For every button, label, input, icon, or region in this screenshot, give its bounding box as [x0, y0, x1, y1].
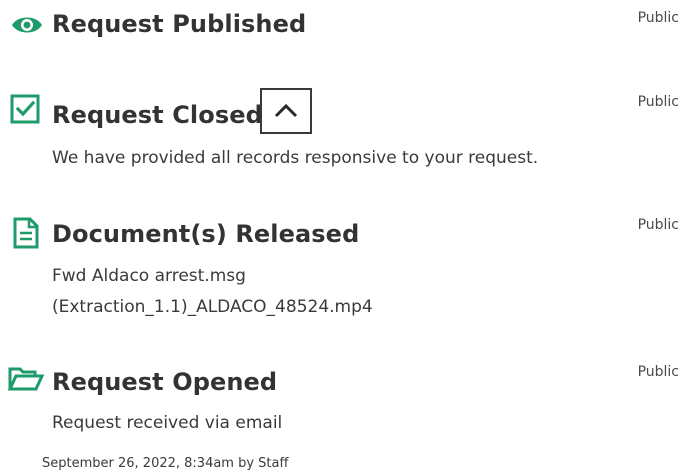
entry-description: Request received via email	[52, 413, 283, 433]
visibility-label: Public	[637, 217, 679, 233]
folder-open-icon	[8, 367, 44, 391]
chevron-up-icon	[274, 103, 298, 118]
entry-title: Request Closed	[52, 101, 263, 129]
document-link[interactable]: Fwd Aldaco arrest.msg	[52, 266, 246, 286]
checkbox-checked-icon	[10, 94, 40, 124]
visibility-label: Public	[637, 364, 679, 380]
visibility-label: Public	[637, 10, 679, 26]
entry-title: Request Published	[52, 10, 307, 38]
document-icon	[13, 217, 39, 249]
entry-description: We have provided all records responsive …	[52, 148, 539, 168]
entry-timestamp: September 26, 2022, 8:34am by Staff	[42, 456, 289, 471]
document-link[interactable]: (Extraction_1.1)_ALDACO_48524.mp4	[52, 297, 373, 317]
eye-icon	[12, 17, 42, 33]
entry-title: Document(s) Released	[52, 220, 360, 248]
collapse-button[interactable]	[260, 88, 312, 134]
visibility-label: Public	[637, 94, 679, 110]
entry-title: Request Opened	[52, 368, 278, 396]
